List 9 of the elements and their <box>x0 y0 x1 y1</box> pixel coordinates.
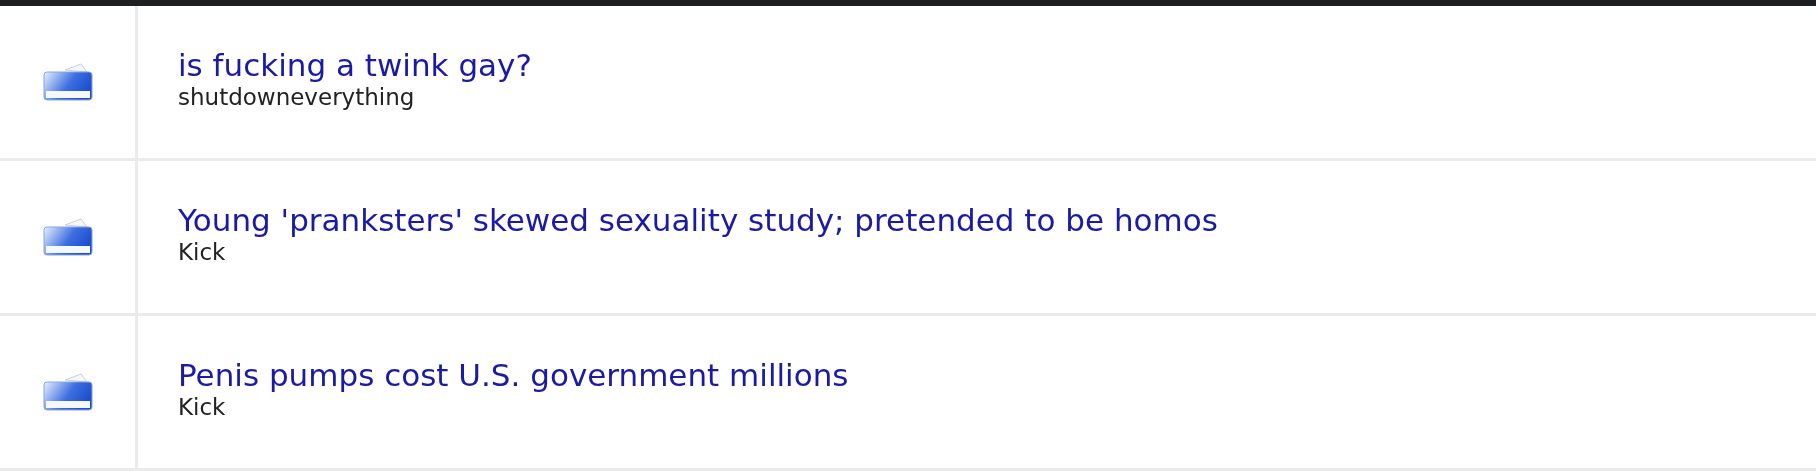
thread-title-link[interactable]: Penis pumps cost U.S. government millions <box>178 356 849 394</box>
thread-author: shutdowneverything <box>178 83 416 112</box>
thread-author: Kick <box>178 393 227 422</box>
thread-author: Kick <box>178 238 227 267</box>
folder-icon <box>40 370 95 414</box>
thread-title-link[interactable]: Young 'pranksters' skewed sexuality study; pretended to be homos <box>178 201 1218 239</box>
thread-title-link[interactable]: is fucking a twink gay? <box>178 46 532 84</box>
folder-icon <box>40 215 95 259</box>
folder-icon <box>40 60 95 104</box>
